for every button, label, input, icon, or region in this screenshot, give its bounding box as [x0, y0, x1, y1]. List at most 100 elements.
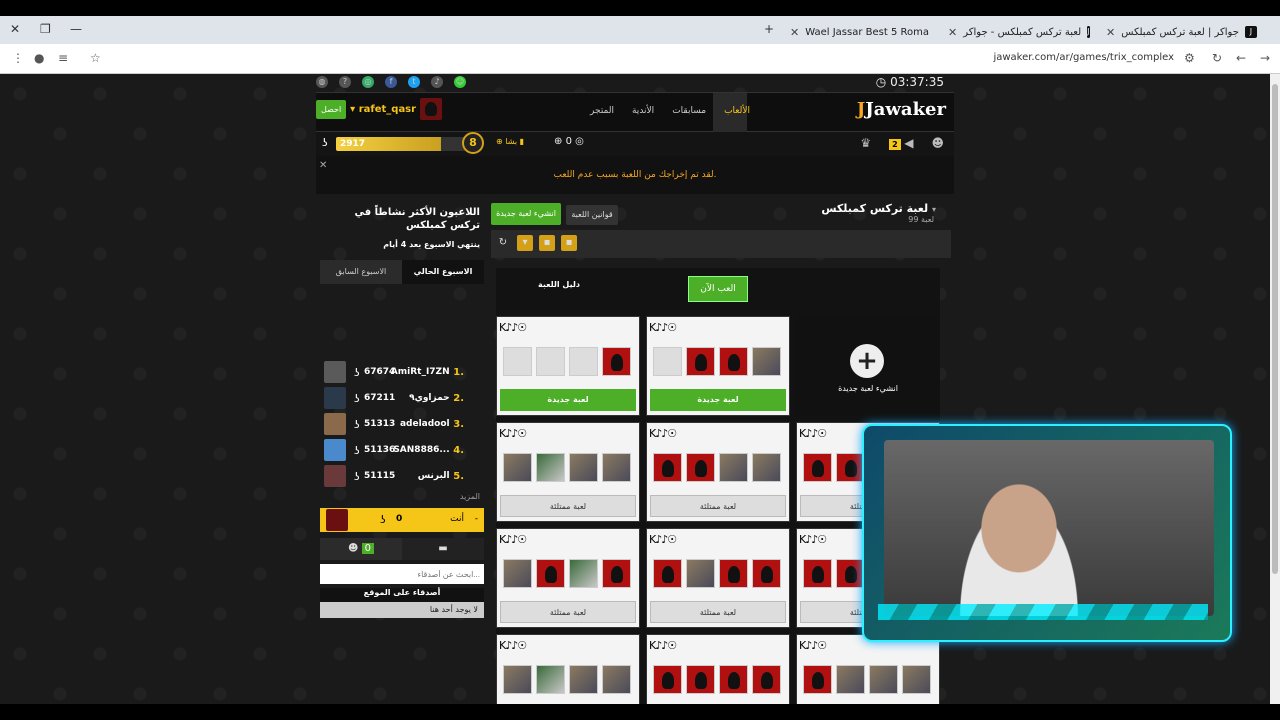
refresh-icon[interactable]: ↻ [495, 235, 511, 251]
player-seat[interactable] [803, 453, 832, 482]
player-seat[interactable] [653, 559, 682, 588]
sound-icon[interactable]: ♪ [431, 76, 443, 88]
nav-competitions[interactable]: مسابقات [672, 106, 706, 116]
bonus-stat[interactable]: ⊕ بشا ▮ [496, 137, 524, 146]
game-table-card[interactable]: K♪♪☉ لعبة ممتلئة [496, 422, 640, 522]
player-seat[interactable] [902, 665, 931, 694]
restore-window-icon[interactable]: ❐ [40, 22, 51, 36]
game-table-card[interactable]: K♪♪☉ لعبة جديدة [496, 316, 640, 416]
page-scrollbar[interactable] [1270, 74, 1280, 704]
friend-search-input[interactable] [320, 564, 484, 584]
player-seat[interactable] [503, 665, 532, 694]
full-game-button[interactable]: لعبة ممتلئة [500, 601, 636, 623]
tab-close-icon[interactable]: ✕ [948, 26, 957, 39]
game-table-card[interactable]: K♪♪☉ لعبة ممتلئة [646, 528, 790, 628]
jawaker-logo[interactable]: JJawaker [857, 99, 946, 120]
full-game-button[interactable]: لعبة ممتلئة [650, 495, 786, 517]
create-game-card[interactable]: + انشيء لعبة جديدة [796, 316, 940, 416]
player-seat[interactable] [536, 559, 565, 588]
username-dropdown[interactable]: ▾ rafet_qasr [350, 104, 416, 115]
leader-row[interactable]: 51115 ʖ ألبرنس 5. [320, 464, 484, 488]
player-seat[interactable] [569, 665, 598, 694]
game-table-card[interactable]: K♪♪☉ [796, 634, 940, 704]
rules-button[interactable]: قوانين اللعبة [566, 205, 618, 225]
player-seat[interactable] [719, 347, 748, 376]
player-seat[interactable] [836, 453, 865, 482]
join-new-game-button[interactable]: لعبة جديدة [650, 389, 786, 411]
forward-icon[interactable]: → [1260, 51, 1270, 65]
game-table-card[interactable]: K♪♪☉ لعبة جديدة [646, 316, 790, 416]
game-guide-link[interactable]: دليل اللعبة [538, 280, 580, 289]
tab-close-icon[interactable]: ✕ [790, 26, 799, 39]
filter-icon[interactable]: ▪ [539, 235, 555, 251]
tab-current-week[interactable]: الاسبوع الحالي [402, 260, 484, 284]
globe-icon[interactable]: ◍ [316, 76, 328, 88]
player-seat[interactable] [686, 559, 715, 588]
friends-tab[interactable]: ☻ 0 [320, 538, 402, 560]
dropdown-icon[interactable]: ▾ [932, 205, 936, 214]
url-field[interactable]: jawaker.com/ar/games/trix_complex [993, 52, 1174, 63]
reading-list-icon[interactable]: ≡ [58, 51, 68, 65]
full-game-button[interactable]: لعبة ممتلئة [650, 601, 786, 623]
player-seat[interactable] [536, 665, 565, 694]
tab-jawaker-main[interactable]: ✕ جواكر | لعبة تركس كمبلكس J [1098, 20, 1268, 44]
back-icon[interactable]: ← [1236, 51, 1246, 65]
reload-icon[interactable]: ↻ [1212, 51, 1222, 65]
tab-jawaker-trix[interactable]: ✕ لعبة تركس كمبلكس - جواكر J [940, 20, 1090, 44]
tab-previous-week[interactable]: الاسبوع السابق [320, 260, 402, 284]
user-avatar[interactable] [420, 98, 443, 120]
player-seat[interactable] [752, 665, 781, 694]
trophy-icon[interactable]: ♛ [860, 136, 871, 150]
player-seat[interactable] [686, 453, 715, 482]
create-game-button[interactable]: انشيء لعبة جديدة [491, 203, 561, 225]
instagram-icon[interactable]: ◎ [362, 76, 374, 88]
player-seat[interactable] [686, 347, 715, 376]
player-seat[interactable] [536, 347, 565, 376]
player-seat[interactable] [653, 347, 682, 376]
tab-youtube[interactable]: ✕ Wael Jassar Best 5 Roma [782, 20, 932, 44]
twitter-icon[interactable]: t [408, 76, 420, 88]
player-seat[interactable] [836, 559, 865, 588]
facebook-icon[interactable]: f [385, 76, 397, 88]
close-window-icon[interactable]: ✕ [10, 22, 20, 36]
profile-icon[interactable]: ● [34, 51, 44, 65]
leader-row[interactable]: 51313 ʖ adeladool 3. [320, 412, 484, 436]
minimize-window-icon[interactable]: — [70, 22, 82, 36]
nav-clubs[interactable]: الأندية [632, 106, 654, 116]
announcements[interactable]: 2 ◀ [889, 136, 913, 150]
filter-icon[interactable]: ▾ [517, 235, 533, 251]
player-seat[interactable] [602, 453, 631, 482]
game-table-card[interactable]: K♪♪☉ لعبة ممتلئة [646, 422, 790, 522]
player-seat[interactable] [752, 559, 781, 588]
player-seat[interactable] [719, 665, 748, 694]
filter-icon[interactable]: ▪ [561, 235, 577, 251]
player-seat[interactable] [686, 665, 715, 694]
leader-row[interactable]: 51136 ʖ SAN8886... 4. [320, 438, 484, 462]
android-icon[interactable]: ☺ [454, 76, 466, 88]
player-seat[interactable] [503, 347, 532, 376]
game-table-card[interactable]: K♪♪☉ [646, 634, 790, 704]
player-seat[interactable] [719, 559, 748, 588]
chat-tab[interactable]: ▬ [402, 538, 484, 560]
player-seat[interactable] [602, 665, 631, 694]
leader-row[interactable]: 67674 ʖ AmiRt_I7ZN 1. [320, 360, 484, 384]
player-seat[interactable] [653, 453, 682, 482]
play-now-button[interactable]: العب الآن [688, 276, 748, 302]
new-tab-icon[interactable]: + [764, 22, 774, 36]
help-icon[interactable]: ? [339, 76, 351, 88]
player-seat[interactable] [536, 453, 565, 482]
player-seat[interactable] [602, 559, 631, 588]
player-seat[interactable] [803, 559, 832, 588]
player-seat[interactable] [569, 347, 598, 376]
player-seat[interactable] [752, 453, 781, 482]
scrollbar-thumb[interactable] [1272, 84, 1278, 574]
player-seat[interactable] [569, 559, 598, 588]
player-seat[interactable] [803, 665, 832, 694]
leader-row[interactable]: 67211 ʖ حمزاوي٩ 2. [320, 386, 484, 410]
player-seat[interactable] [569, 453, 598, 482]
player-seat[interactable] [869, 665, 898, 694]
nav-store[interactable]: المتجر [590, 106, 614, 116]
player-seat[interactable] [503, 559, 532, 588]
bookmark-star-icon[interactable]: ☆ [90, 51, 101, 65]
full-game-button[interactable]: لعبة ممتلئة [500, 495, 636, 517]
